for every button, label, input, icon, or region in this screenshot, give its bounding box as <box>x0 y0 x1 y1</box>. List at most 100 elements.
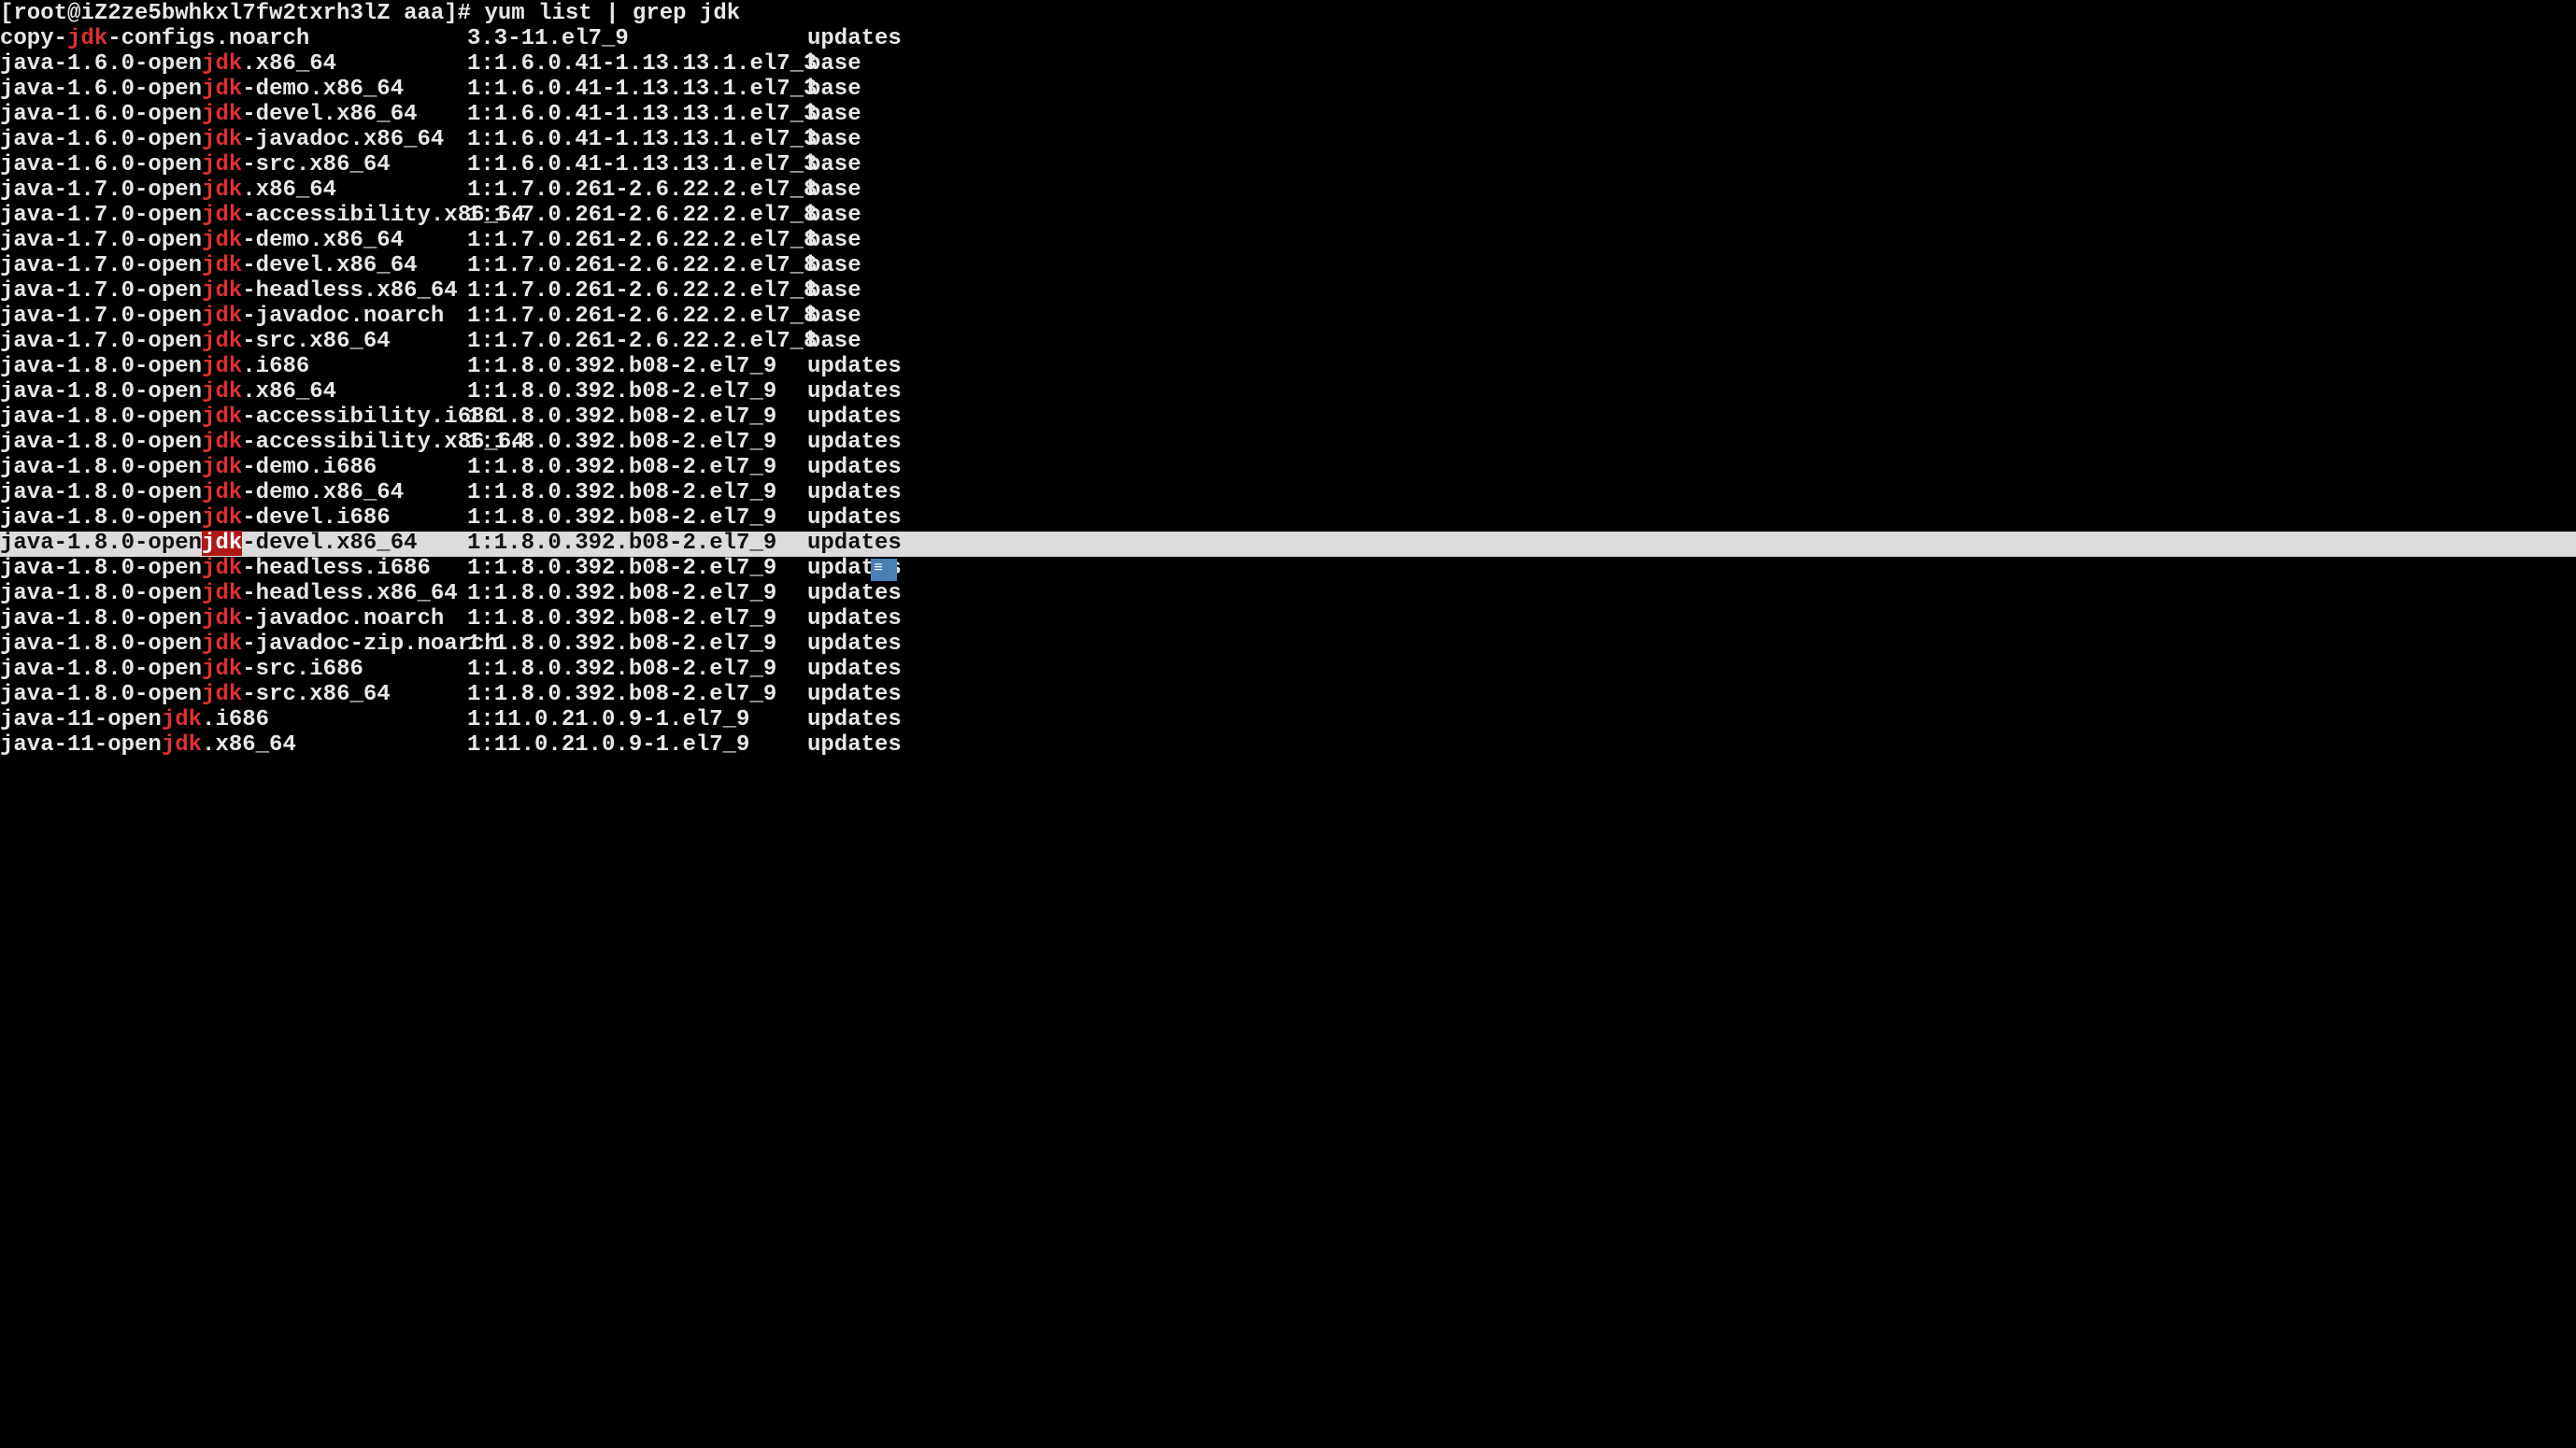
package-name: java-1.7.0-openjdk-src.x86_64 <box>0 330 467 355</box>
package-repo: base <box>807 330 861 355</box>
package-row[interactable]: java-1.7.0-openjdk-javadoc.noarch1:1.7.0… <box>0 305 2576 330</box>
pkg-post: .i686 <box>242 354 309 379</box>
pkg-post: .x86_64 <box>242 177 336 203</box>
package-repo: base <box>807 178 861 204</box>
grep-match: jdk <box>202 405 242 430</box>
package-name: java-1.8.0-openjdk-headless.x86_64 <box>0 582 467 607</box>
package-repo: updates <box>807 683 902 708</box>
package-row[interactable]: java-1.7.0-openjdk-accessibility.x86_641… <box>0 204 2576 229</box>
package-version: 1:1.8.0.392.b08-2.el7_9 <box>467 355 807 380</box>
package-row[interactable]: java-1.7.0-openjdk.x86_641:1.7.0.261-2.6… <box>0 178 2576 204</box>
package-row[interactable]: java-1.8.0-openjdk-javadoc.noarch1:1.8.0… <box>0 607 2576 632</box>
package-repo: updates <box>807 532 902 557</box>
package-repo: base <box>807 52 861 78</box>
package-repo: updates <box>807 456 902 481</box>
package-version: 1:1.6.0.41-1.13.13.1.el7_3 <box>467 153 807 178</box>
pkg-post: -src.i686 <box>242 657 363 682</box>
pkg-post: .i686 <box>202 707 269 732</box>
package-repo: updates <box>807 431 902 456</box>
package-row[interactable]: java-1.8.0-openjdk-accessibility.x86_641… <box>0 431 2576 456</box>
package-repo: updates <box>807 658 902 683</box>
package-repo: updates <box>807 380 902 405</box>
pkg-post: -src.x86_64 <box>242 152 390 177</box>
package-row[interactable]: java-1.8.0-openjdk-demo.i6861:1.8.0.392.… <box>0 456 2576 481</box>
package-row[interactable]: java-1.6.0-openjdk.x86_641:1.6.0.41-1.13… <box>0 52 2576 78</box>
package-name: java-1.7.0-openjdk.x86_64 <box>0 178 467 204</box>
package-row[interactable]: java-1.8.0-openjdk-devel.i6861:1.8.0.392… <box>0 506 2576 532</box>
package-name: java-1.8.0-openjdk-accessibility.x86_64 <box>0 431 467 456</box>
pkg-pre: java-1.8.0-open <box>0 581 202 606</box>
package-repo: base <box>807 103 861 128</box>
grep-match: jdk <box>202 455 242 480</box>
package-repo: updates <box>807 607 902 632</box>
package-repo: updates <box>807 27 902 52</box>
package-row[interactable]: java-1.7.0-openjdk-devel.x86_641:1.7.0.2… <box>0 254 2576 279</box>
package-row[interactable]: java-1.6.0-openjdk-src.x86_641:1.6.0.41-… <box>0 153 2576 178</box>
package-version: 1:1.8.0.392.b08-2.el7_9 <box>467 607 807 632</box>
pkg-pre: java-1.7.0-open <box>0 228 202 253</box>
package-name: java-11-openjdk.x86_64 <box>0 733 467 759</box>
pkg-pre: java-1.6.0-open <box>0 102 202 127</box>
package-row[interactable]: java-1.7.0-openjdk-src.x86_641:1.7.0.261… <box>0 330 2576 355</box>
pkg-pre: java-1.8.0-open <box>0 632 202 657</box>
package-name: java-1.8.0-openjdk-javadoc-zip.noarch <box>0 632 467 658</box>
cursor-icon: ≡ <box>871 559 897 581</box>
package-name: java-1.8.0-openjdk-demo.i686 <box>0 456 467 481</box>
package-version: 1:1.7.0.261-2.6.22.2.el7_8 <box>467 178 807 204</box>
package-version: 1:1.8.0.392.b08-2.el7_9 <box>467 658 807 683</box>
package-row[interactable]: java-1.6.0-openjdk-devel.x86_641:1.6.0.4… <box>0 103 2576 128</box>
package-version: 1:1.8.0.392.b08-2.el7_9 <box>467 481 807 506</box>
package-version: 1:1.8.0.392.b08-2.el7_9 <box>467 431 807 456</box>
package-version: 1:1.7.0.261-2.6.22.2.el7_8 <box>467 204 807 229</box>
package-row[interactable]: java-1.8.0-openjdk-headless.i6861:1.8.0.… <box>0 557 2576 582</box>
grep-match: jdk <box>202 379 242 405</box>
package-row[interactable]: copy-jdk-configs.noarch3.3-11.el7_9updat… <box>0 27 2576 52</box>
package-row[interactable]: java-1.8.0-openjdk-javadoc-zip.noarch1:1… <box>0 632 2576 658</box>
package-version: 1:1.7.0.261-2.6.22.2.el7_8 <box>467 305 807 330</box>
package-row[interactable]: java-1.8.0-openjdk.x86_641:1.8.0.392.b08… <box>0 380 2576 405</box>
grep-match: jdk <box>202 102 242 127</box>
package-row[interactable]: java-1.8.0-openjdk-headless.x86_641:1.8.… <box>0 582 2576 607</box>
package-row[interactable]: java-1.8.0-openjdk-demo.x86_641:1.8.0.39… <box>0 481 2576 506</box>
package-version: 1:1.8.0.392.b08-2.el7_9 <box>467 456 807 481</box>
package-row[interactable]: java-11-openjdk.x86_641:11.0.21.0.9-1.el… <box>0 733 2576 759</box>
grep-match: jdk <box>202 606 242 632</box>
grep-match: jdk <box>202 152 242 177</box>
package-version: 1:1.6.0.41-1.13.13.1.el7_3 <box>467 103 807 128</box>
package-name: java-1.6.0-openjdk-devel.x86_64 <box>0 103 467 128</box>
package-row[interactable]: java-1.7.0-openjdk-demo.x86_641:1.7.0.26… <box>0 229 2576 254</box>
package-name: java-1.6.0-openjdk-javadoc.x86_64 <box>0 128 467 153</box>
terminal[interactable]: [root@iZ2ze5bwhkxl7fw2txrh3lZ aaa]# yum … <box>0 0 2576 760</box>
package-row[interactable]: java-1.6.0-openjdk-javadoc.x86_641:1.6.0… <box>0 128 2576 153</box>
package-name: java-1.8.0-openjdk-accessibility.i686 <box>0 405 467 431</box>
package-version: 1:11.0.21.0.9-1.el7_9 <box>467 708 807 733</box>
package-row[interactable]: java-1.8.0-openjdk.i6861:1.8.0.392.b08-2… <box>0 355 2576 380</box>
package-row[interactable]: java-1.8.0-openjdk-devel.x86_641:1.8.0.3… <box>0 532 2576 557</box>
grep-match: jdk <box>202 77 242 102</box>
grep-match: jdk <box>202 127 242 152</box>
package-version: 1:1.6.0.41-1.13.13.1.el7_3 <box>467 128 807 153</box>
grep-match: jdk <box>202 203 242 228</box>
pkg-pre: java-1.8.0-open <box>0 354 202 379</box>
pkg-post: -accessibility.i686 <box>242 405 498 430</box>
pkg-pre: java-1.8.0-open <box>0 531 202 556</box>
package-row[interactable]: java-1.6.0-openjdk-demo.x86_641:1.6.0.41… <box>0 78 2576 103</box>
grep-match: jdk <box>202 480 242 505</box>
package-row[interactable]: java-1.8.0-openjdk-src.x86_641:1.8.0.392… <box>0 683 2576 708</box>
pkg-pre: java-1.8.0-open <box>0 505 202 531</box>
package-row[interactable]: java-11-openjdk.i6861:11.0.21.0.9-1.el7_… <box>0 708 2576 733</box>
pkg-pre: java-1.7.0-open <box>0 278 202 304</box>
grep-match: jdk <box>202 329 242 354</box>
pkg-post: -javadoc.x86_64 <box>242 127 444 152</box>
package-name: java-1.8.0-openjdk-src.i686 <box>0 658 467 683</box>
package-row[interactable]: java-1.7.0-openjdk-headless.x86_641:1.7.… <box>0 279 2576 305</box>
package-version: 3.3-11.el7_9 <box>467 27 807 52</box>
pkg-post: -src.x86_64 <box>242 329 390 354</box>
package-version: 1:1.8.0.392.b08-2.el7_9 <box>467 532 807 557</box>
package-version: 1:1.8.0.392.b08-2.el7_9 <box>467 405 807 431</box>
pkg-pre: java-1.8.0-open <box>0 430 202 455</box>
package-row[interactable]: java-1.8.0-openjdk-src.i6861:1.8.0.392.b… <box>0 658 2576 683</box>
grep-match: jdk <box>202 505 242 531</box>
package-version: 1:1.8.0.392.b08-2.el7_9 <box>467 582 807 607</box>
package-row[interactable]: java-1.8.0-openjdk-accessibility.i6861:1… <box>0 405 2576 431</box>
